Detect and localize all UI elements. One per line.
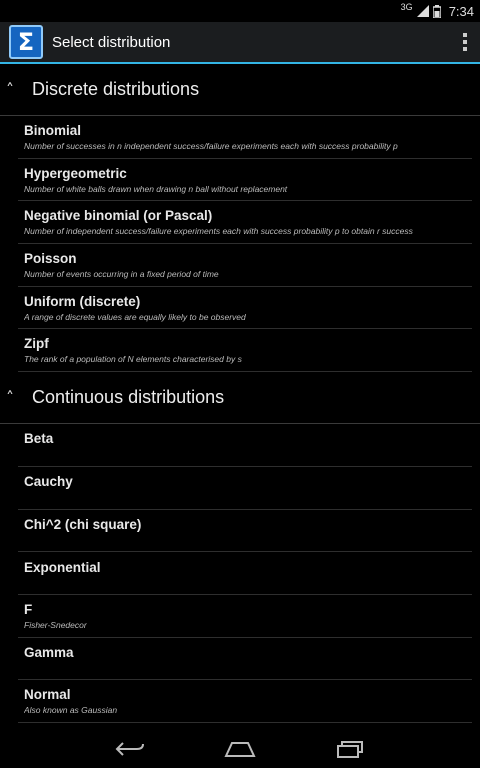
list-item[interactable]: Zipf The rank of a population of N elemen… — [18, 329, 472, 373]
item-name: Negative binomial (or Pascal) — [24, 208, 213, 224]
network-type: 3G — [400, 2, 413, 12]
list-item[interactable]: Exponential — [18, 552, 472, 595]
distribution-list: ˄ Discrete distributions Binomial Number of… — [0, 64, 480, 730]
clock: 7:34 — [448, 3, 474, 19]
list-item[interactable]: Gamma — [18, 638, 472, 681]
section-header[interactable]: ˄ Continuous distributions — [0, 372, 480, 425]
item-name: Cauchy — [24, 474, 73, 490]
battery-icon — [432, 4, 441, 18]
item-name: Hypergeometric — [24, 165, 127, 181]
recents-icon — [337, 741, 363, 758]
item-description: Number of independent success/failure ex… — [24, 226, 413, 237]
item-description: Also known as Gaussian — [24, 705, 118, 716]
item-name: Poisson — [24, 250, 77, 266]
item-name: F — [24, 601, 33, 617]
item-description: A range of discrete values are equally l… — [24, 311, 246, 322]
back-icon — [115, 742, 144, 756]
item-name: Zipf — [24, 336, 49, 352]
page-title: Select distribution — [52, 33, 171, 51]
item-name: Chi^2 (chi square) — [24, 516, 142, 532]
list-item[interactable]: Chi^2 (chi square) — [18, 510, 472, 553]
list-item[interactable]: Poisson Number of events occurring in a f… — [18, 244, 472, 287]
item-description: Number of events occurring in a fixed pe… — [24, 268, 219, 279]
home-button[interactable] — [185, 730, 295, 768]
item-name: Gamma — [24, 644, 74, 660]
signal-icon — [416, 5, 429, 17]
chevron-up-icon: ˄ — [6, 80, 14, 99]
item-name: Exponential — [24, 559, 101, 575]
item-description: Number of successes in n independent suc… — [24, 140, 398, 151]
overflow-menu-icon[interactable] — [450, 21, 480, 63]
list-item[interactable]: Cauchy — [18, 467, 472, 510]
home-icon — [224, 742, 256, 757]
item-name: Beta — [24, 431, 54, 447]
section-title: Continuous distributions — [32, 387, 225, 408]
list-item[interactable]: Hypergeometric Number of white balls draw… — [18, 159, 472, 202]
list-item[interactable]: Binomial Number of successes in n indepen… — [18, 116, 472, 159]
list-item[interactable]: Negative binomial (or Pascal) Number of i… — [18, 201, 472, 245]
list-item[interactable]: Uniform (discrete) A range of discrete va… — [18, 287, 472, 330]
recents-button[interactable] — [295, 730, 405, 768]
item-description: Fisher-Snedecor — [24, 619, 87, 630]
chevron-up-icon: ˄ — [6, 388, 14, 408]
action-bar: Σ Select distribution — [0, 22, 480, 64]
status-bar: 3G 7:34 — [0, 0, 480, 22]
list-item[interactable]: F Fisher-Snedecor — [18, 595, 472, 638]
list-item[interactable]: Normal Also known as Gaussian — [18, 680, 472, 723]
item-name: Binomial — [24, 122, 82, 138]
navigation-bar — [0, 730, 480, 768]
item-description: The rank of a population of N elements c… — [24, 354, 242, 365]
section-header[interactable]: ˄ Discrete distributions — [0, 64, 480, 116]
back-button[interactable] — [75, 730, 185, 768]
list-item[interactable]: Beta — [18, 424, 472, 467]
item-description: Number of white balls drawn when drawing… — [24, 183, 288, 194]
section-title: Discrete distributions — [32, 79, 200, 99]
item-name: Normal — [24, 687, 71, 703]
item-name: Uniform (discrete) — [24, 293, 141, 309]
sigma-icon[interactable]: Σ — [9, 25, 43, 59]
